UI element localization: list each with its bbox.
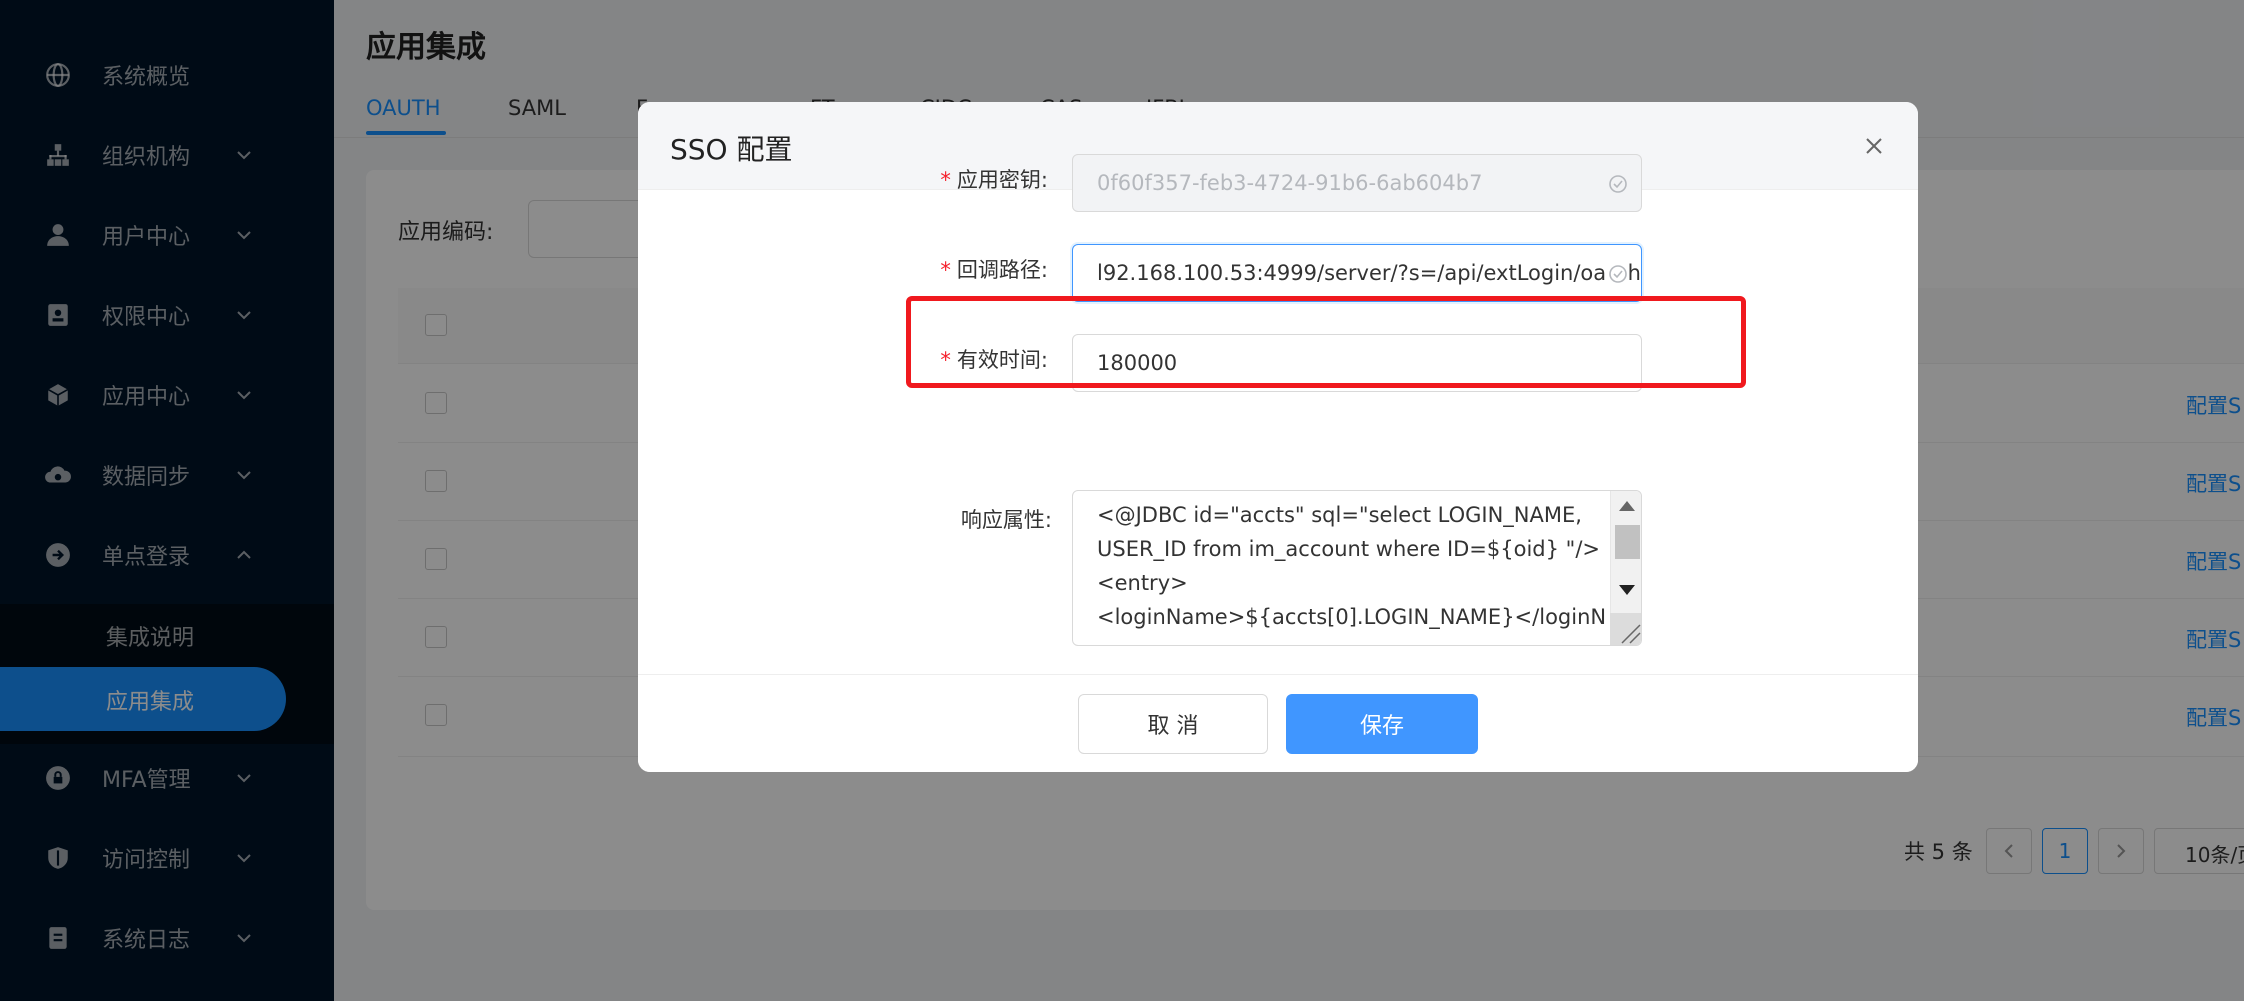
modal-title: SSO 配置 <box>670 133 793 166</box>
resize-handle-icon[interactable] <box>1610 613 1641 645</box>
scroll-down-arrow-icon[interactable] <box>1619 585 1635 595</box>
callback-label: * 回调路径: <box>940 258 1048 282</box>
modal-footer <box>638 674 1918 772</box>
scrollbar-thumb[interactable] <box>1615 525 1640 559</box>
response-attrs-label: 响应属性: <box>960 508 1052 532</box>
textarea-line: USER_ID from im_account where ID=${oid} … <box>1097 537 1601 561</box>
save-button[interactable]: 保存 <box>1286 694 1478 754</box>
secret-label: * 应用密钥: <box>940 168 1048 192</box>
clear-circle-icon[interactable] <box>1607 263 1629 285</box>
close-icon[interactable] <box>1860 132 1888 160</box>
app-secret-field: 0f60f357-feb3-4724-91b6-6ab604b7 <box>1072 154 1642 212</box>
callback-url-value: l92.168.100.53:4999/server/?s=/api/extLo… <box>1097 261 1642 285</box>
textarea-line: <entry> <box>1097 571 1188 595</box>
required-mark: * <box>940 258 951 282</box>
highlight-annotation-box <box>906 296 1746 388</box>
required-mark: * <box>940 168 951 192</box>
check-circle-icon <box>1607 173 1629 195</box>
scroll-up-arrow-icon[interactable] <box>1619 501 1635 511</box>
textarea-line: <loginName>${accts[0].LOGIN_NAME}</login… <box>1097 605 1607 629</box>
cancel-button[interactable]: 取 消 <box>1078 694 1268 754</box>
textarea-line: <@JDBC id="accts" sql="select LOGIN_NAME… <box>1097 503 1582 527</box>
app-secret-value: 0f60f357-feb3-4724-91b6-6ab604b7 <box>1097 171 1483 195</box>
response-attrs-textarea[interactable]: <@JDBC id="accts" sql="select LOGIN_NAME… <box>1072 490 1642 646</box>
sso-config-modal: SSO 配置 * 应用密钥: 0f60f357-feb3-4724-91b6-6a… <box>638 102 1918 772</box>
callback-url-input[interactable]: l92.168.100.53:4999/server/?s=/api/extLo… <box>1072 244 1642 302</box>
